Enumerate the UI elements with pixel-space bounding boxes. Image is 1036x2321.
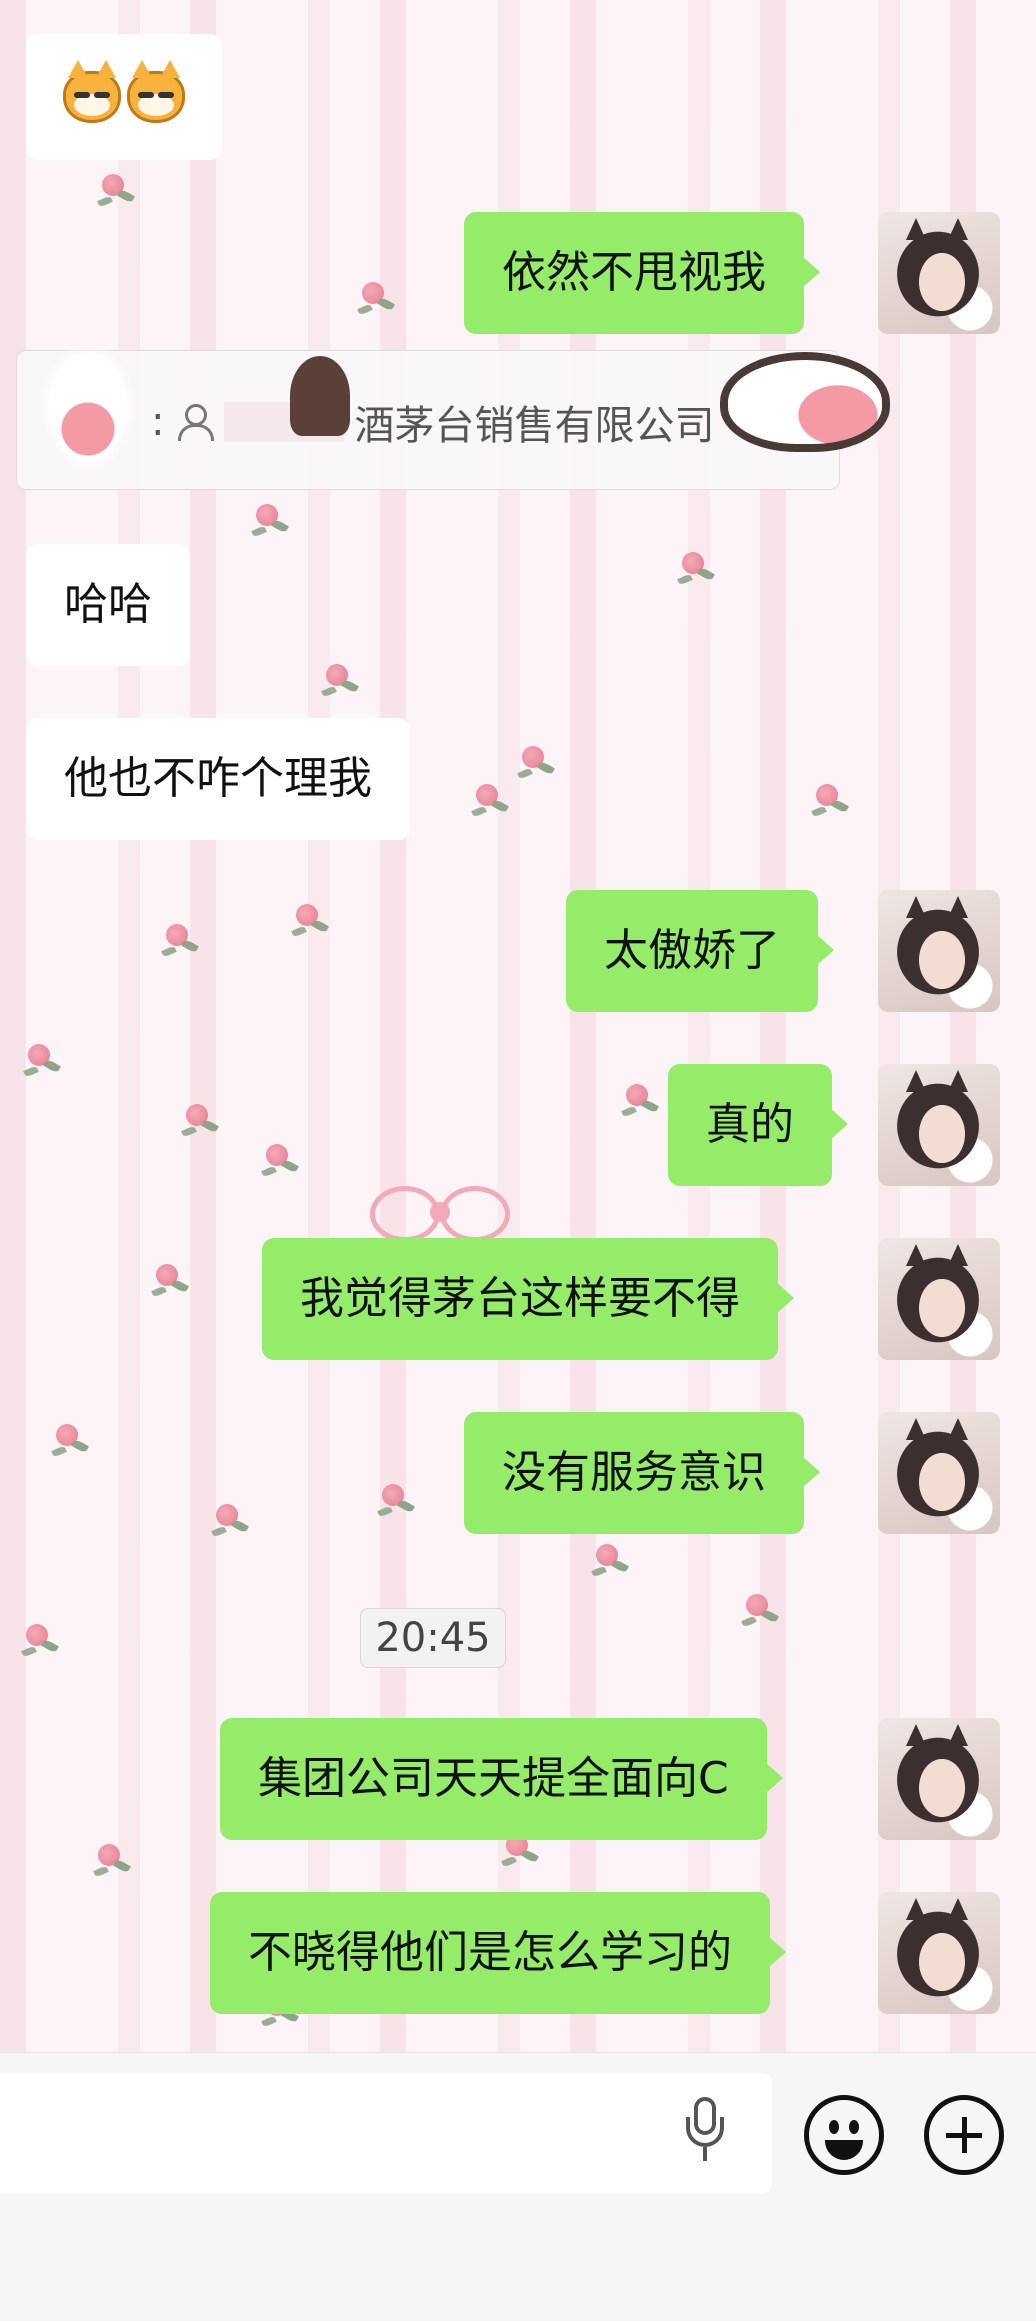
incoming-message[interactable]: 哈哈 (26, 544, 190, 666)
message-row: 不晓得他们是怎么学习的 (210, 1892, 786, 2014)
wallpaper-rose-icon (210, 1500, 254, 1544)
wallpaper-rose-icon (740, 1590, 784, 1634)
message-row: 哈哈 (26, 544, 190, 666)
message-row: 他也不咋个理我 (26, 718, 410, 840)
message-row: 我觉得茅台这样要不得 (262, 1238, 794, 1360)
wallpaper-rose-icon (516, 742, 560, 786)
colon-label: : (151, 399, 165, 445)
my-avatar[interactable] (878, 1718, 1000, 1840)
outgoing-message[interactable]: 依然不甩视我 (464, 212, 820, 334)
sticker-overlay (290, 356, 350, 436)
message-row: 没有服务意识 (464, 1412, 820, 1534)
my-avatar[interactable] (878, 212, 1000, 334)
wallpaper-rose-icon (376, 1480, 420, 1524)
wallpaper-rose-icon (260, 1140, 304, 1184)
wallpaper-rose-icon (20, 1620, 64, 1664)
card-label: 酒茅台销售有限公司 (354, 403, 715, 449)
wallpaper-rose-icon (160, 920, 204, 964)
sticker-overlay (720, 352, 890, 452)
my-avatar[interactable] (878, 1892, 1000, 2014)
wallpaper-rose-icon (180, 1100, 224, 1144)
wallpaper-rose-icon (92, 1840, 136, 1884)
wallpaper-rose-icon (150, 1260, 194, 1304)
wallpaper-rose-icon (50, 1420, 94, 1464)
outgoing-message[interactable]: 不晓得他们是怎么学习的 (210, 1892, 786, 2014)
incoming-message[interactable]: 他也不咋个理我 (26, 718, 410, 840)
message-row: 真的 (668, 1064, 848, 1186)
my-avatar[interactable] (878, 1412, 1000, 1534)
message-input[interactable] (0, 2073, 772, 2193)
wallpaper-rose-icon (290, 900, 334, 944)
timestamp: 20:45 (360, 1608, 506, 1668)
sticker-message[interactable] (26, 34, 222, 160)
wallpaper-rose-icon (356, 278, 400, 322)
wallpaper-rose-icon (250, 500, 294, 544)
wallpaper-rose-icon (590, 1540, 634, 1584)
my-avatar[interactable] (878, 890, 1000, 1012)
wallpaper-rose-icon (470, 780, 514, 824)
wallpaper-rose-icon (320, 660, 364, 704)
outgoing-message[interactable]: 集团公司天天提全面向C (220, 1718, 783, 1840)
wallpaper-rose-icon (676, 548, 720, 592)
microphone-icon[interactable] (686, 2097, 726, 2169)
outgoing-message[interactable]: 真的 (668, 1064, 848, 1186)
doge-cat-icon (63, 60, 121, 123)
plus-icon[interactable] (924, 2095, 1004, 2175)
wallpaper-rose-icon (22, 1040, 66, 1084)
outgoing-message[interactable]: 没有服务意识 (464, 1412, 820, 1534)
my-avatar[interactable] (878, 1238, 1000, 1360)
wallpaper-rose-icon (620, 1080, 664, 1124)
my-avatar[interactable] (878, 1064, 1000, 1186)
wallpaper-rose-icon (810, 780, 854, 824)
message-row: 依然不甩视我 (464, 212, 820, 334)
input-bar (0, 2052, 1036, 2321)
message-row: 太傲娇了 (566, 890, 834, 1012)
sticker-overlay (48, 352, 128, 462)
doge-cat-icon (127, 60, 185, 123)
chat-area: 依然不甩视我 : 酒茅台销售有限公司 哈哈 他也不咋个理我 太傲娇了 真的 我觉… (0, 0, 1036, 2052)
message-row: 集团公司天天提全面向C (220, 1718, 783, 1840)
quoted-card[interactable]: : 酒茅台销售有限公司 (16, 350, 840, 490)
outgoing-message[interactable]: 太傲娇了 (566, 890, 834, 1012)
emoji-icon[interactable] (804, 2095, 884, 2175)
outgoing-message[interactable]: 我觉得茅台这样要不得 (262, 1238, 794, 1360)
wallpaper-rose-icon (96, 170, 140, 214)
person-icon (174, 402, 215, 442)
